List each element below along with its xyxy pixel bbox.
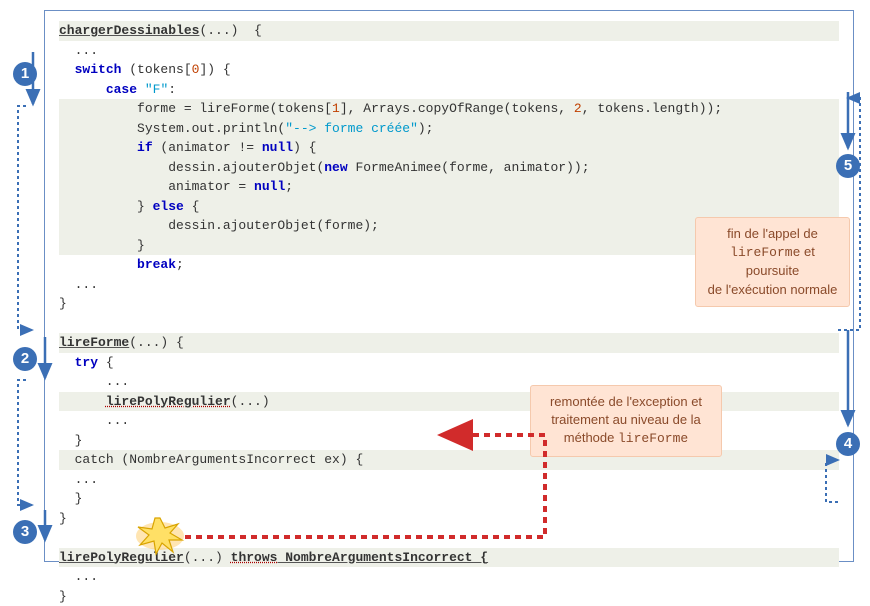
note-return: fin de l'appel de lireForme et poursuite… — [695, 217, 850, 307]
method-lireForme: lireForme — [59, 335, 129, 350]
badge-3: 3 — [13, 520, 37, 544]
badge-1: 1 — [13, 62, 37, 86]
method-chargerDessinables: chargerDessinables — [59, 23, 199, 38]
method-lirePolyRegulier: lirePolyRegulier — [59, 550, 184, 565]
note-exception: remontée de l'exception et traitement au… — [530, 385, 722, 457]
badge-2: 2 — [13, 347, 37, 371]
badge-5: 5 — [836, 154, 860, 178]
badge-4: 4 — [836, 432, 860, 456]
code-block: chargerDessinables(...) { ... switch (to… — [59, 21, 839, 606]
